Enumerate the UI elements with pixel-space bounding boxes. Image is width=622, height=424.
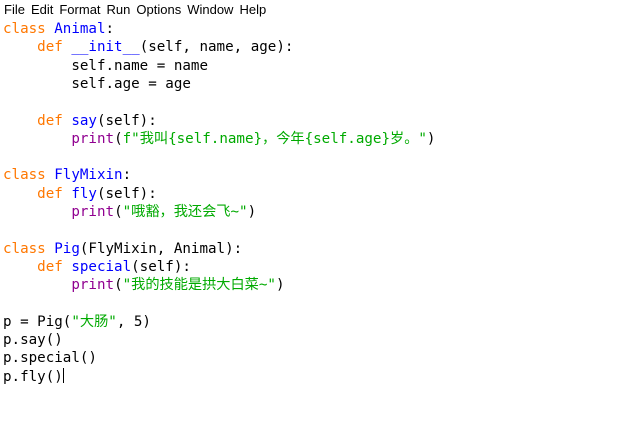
code-line: class FlyMixin:: [3, 166, 131, 184]
definition-token: FlyMixin: [54, 167, 123, 184]
keyword-token: def: [37, 39, 63, 56]
keyword-token: class: [3, 21, 46, 37]
keyword-token: def: [37, 112, 63, 129]
menu-edit[interactable]: Edit: [29, 0, 57, 19]
keyword-token: def: [37, 185, 63, 202]
code-line: print(f"我叫{self.name}，今年{self.age}岁。"): [3, 130, 435, 148]
idle-editor-window: File Edit Format Run Options Window Help…: [0, 0, 622, 424]
code-text: (self):: [131, 258, 191, 275]
code-line: class Animal:: [3, 20, 114, 38]
definition-token: __init__: [71, 39, 140, 56]
code-line: def __init__(self, name, age):: [3, 38, 293, 56]
text-cursor: [62, 367, 64, 383]
code-line: self.name = name: [3, 57, 208, 75]
code-text: (: [114, 204, 123, 220]
code-text: self.name = name: [3, 57, 208, 74]
code-text: ): [275, 277, 285, 294]
code-text: self.age = age: [3, 75, 191, 92]
definition-token: Pig: [54, 240, 80, 257]
builtin-token: print: [71, 130, 115, 147]
string-token: "大肠": [71, 313, 117, 330]
code-line: def special(self):: [3, 258, 191, 276]
code-text: p.special(): [3, 350, 97, 367]
code-line: p.say(): [3, 331, 63, 349]
code-text: p = Pig(: [3, 313, 72, 330]
code-text: p.say(): [3, 332, 63, 349]
code-line: def say(self):: [3, 112, 157, 130]
menu-window[interactable]: Window: [185, 0, 237, 19]
code-line: class Pig(FlyMixin, Animal):: [3, 240, 242, 258]
code-line: print("我的技能是拱大白菜~"): [3, 276, 284, 294]
code-text: p.fly(): [3, 368, 63, 385]
menu-format[interactable]: Format: [57, 0, 104, 19]
definition-token: Animal: [54, 21, 106, 37]
menu-bar: File Edit Format Run Options Window Help: [0, 0, 622, 19]
menu-help[interactable]: Help: [237, 0, 270, 19]
menu-run[interactable]: Run: [105, 0, 135, 19]
code-line: p.special(): [3, 349, 97, 367]
code-line: print("哦豁，我还会飞~"): [3, 203, 256, 221]
code-text: :: [122, 167, 132, 184]
string-token: "我的技能是拱大白菜~": [122, 277, 276, 294]
code-line: p = Pig("大肠", 5): [3, 313, 151, 331]
code-editor[interactable]: class Animal: def __init__(self, name, a…: [0, 19, 622, 424]
menu-file[interactable]: File: [2, 0, 29, 19]
code-line: p.fly(): [3, 367, 64, 386]
string-token: "哦豁，我还会飞~": [122, 204, 248, 220]
code-text: , 5): [116, 313, 151, 330]
code-text: (FlyMixin, Animal):: [79, 240, 243, 257]
code-line: def fly(self):: [3, 185, 157, 203]
keyword-token: def: [37, 258, 63, 275]
keyword-token: class: [3, 240, 46, 257]
keyword-token: class: [3, 167, 46, 184]
menu-options[interactable]: Options: [134, 0, 185, 19]
builtin-token: print: [71, 277, 115, 294]
builtin-token: print: [71, 204, 115, 220]
code-line: self.age = age: [3, 75, 191, 93]
definition-token: fly: [71, 185, 97, 202]
code-text: (: [114, 277, 123, 294]
code-text: (self, name, age):: [139, 39, 294, 56]
string-token: f"我叫{self.name}，今年{self.age}岁。": [122, 130, 427, 147]
code-text: ): [247, 204, 257, 220]
code-text: (self):: [96, 112, 157, 129]
definition-token: say: [71, 112, 97, 129]
code-text: (self):: [96, 185, 157, 202]
definition-token: special: [71, 258, 132, 275]
code-text: :: [105, 21, 115, 37]
code-text: (: [114, 130, 123, 147]
code-text: ): [426, 130, 436, 147]
